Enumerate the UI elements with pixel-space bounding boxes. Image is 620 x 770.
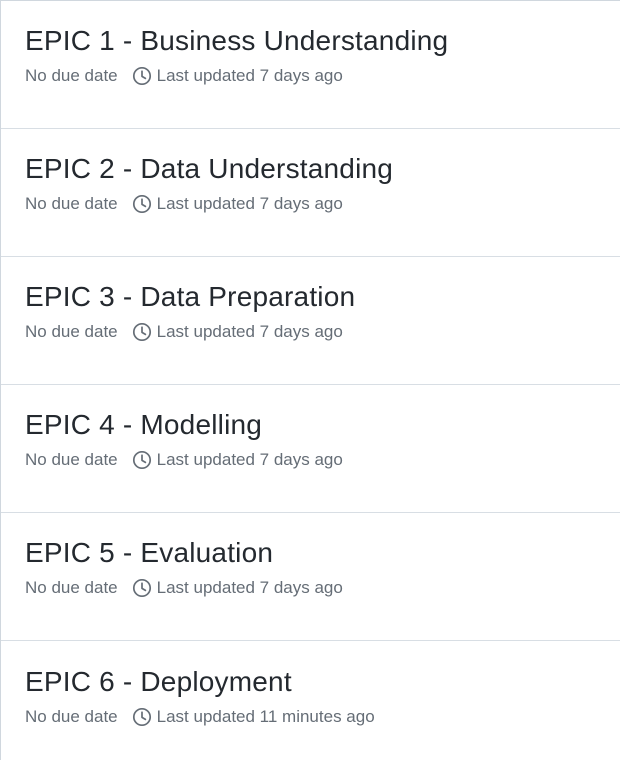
clock-icon	[132, 707, 152, 727]
milestone-title-link[interactable]: EPIC 6 - Deployment	[25, 664, 292, 700]
milestone-meta: No due date Last updated 11 minutes ago	[25, 705, 375, 729]
last-updated-text: Last updated 7 days ago	[156, 578, 343, 597]
last-updated-text: Last updated 7 days ago	[156, 450, 343, 469]
clock-icon	[132, 450, 152, 470]
clock-icon	[132, 66, 152, 86]
milestone-title-link[interactable]: EPIC 4 - Modelling	[25, 407, 262, 443]
milestone-item: EPIC 4 - Modelling No due date Last upda…	[1, 385, 620, 513]
clock-icon	[132, 578, 152, 598]
milestone-title-link[interactable]: EPIC 5 - Evaluation	[25, 535, 273, 571]
due-date-text: No due date	[25, 450, 118, 469]
due-date-text: No due date	[25, 194, 118, 213]
last-updated-text: Last updated 7 days ago	[156, 194, 343, 213]
due-date-text: No due date	[25, 578, 118, 597]
due-date-text: No due date	[25, 707, 118, 726]
due-date-text: No due date	[25, 322, 118, 341]
milestone-item: EPIC 6 - Deployment No due date Last upd…	[1, 642, 620, 770]
milestone-item: EPIC 3 - Data Preparation No due date La…	[1, 257, 620, 385]
milestone-item: EPIC 1 - Business Understanding No due d…	[1, 1, 620, 129]
milestone-title-link[interactable]: EPIC 2 - Data Understanding	[25, 151, 393, 187]
milestone-meta: No due date Last updated 7 days ago	[25, 64, 343, 88]
milestone-meta: No due date Last updated 7 days ago	[25, 448, 343, 472]
milestone-item: EPIC 5 - Evaluation No due date Last upd…	[1, 513, 620, 641]
due-date-text: No due date	[25, 66, 118, 85]
milestone-title-link[interactable]: EPIC 1 - Business Understanding	[25, 23, 448, 59]
last-updated-text: Last updated 11 minutes ago	[156, 707, 375, 726]
milestone-title-link[interactable]: EPIC 3 - Data Preparation	[25, 279, 355, 315]
milestone-meta: No due date Last updated 7 days ago	[25, 576, 343, 600]
clock-icon	[132, 194, 152, 214]
last-updated-text: Last updated 7 days ago	[156, 66, 343, 85]
milestone-meta: No due date Last updated 7 days ago	[25, 192, 343, 216]
last-updated-text: Last updated 7 days ago	[156, 322, 343, 341]
milestone-meta: No due date Last updated 7 days ago	[25, 320, 343, 344]
milestone-item: EPIC 2 - Data Understanding No due date …	[1, 129, 620, 257]
clock-icon	[132, 322, 152, 342]
milestone-list: EPIC 1 - Business Understanding No due d…	[0, 0, 620, 760]
